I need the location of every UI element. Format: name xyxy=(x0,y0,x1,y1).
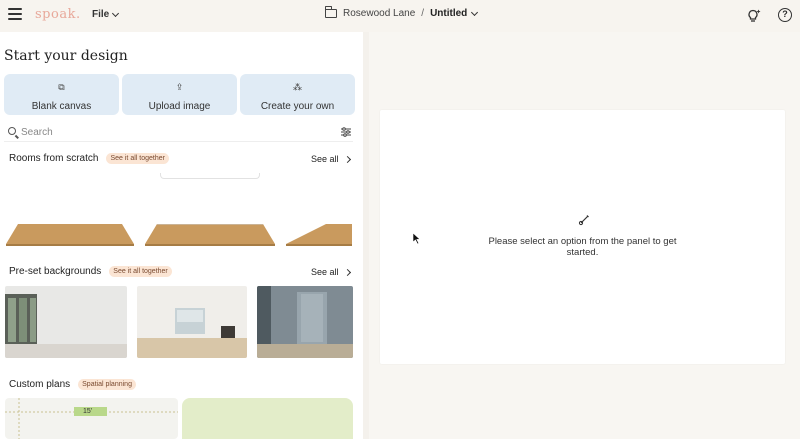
breadcrumb-project[interactable]: Rosewood Lane xyxy=(343,8,415,19)
canvas-area: Please select an option from the panel t… xyxy=(369,32,800,439)
chevron-down-icon xyxy=(112,9,120,17)
hamburger-menu-icon[interactable] xyxy=(8,8,22,22)
plans-section-badge: Spatial planning xyxy=(78,379,136,390)
rooms-section-badge: See it all together xyxy=(106,153,169,164)
empty-canvas-message: Please select an option from the panel t… xyxy=(488,236,677,258)
search-bar xyxy=(4,124,353,142)
custom-plan-thumbnail[interactable] xyxy=(182,398,353,439)
help-icon[interactable]: ? xyxy=(778,8,792,22)
brush-icon xyxy=(578,215,589,226)
background-thumbnail[interactable] xyxy=(5,286,127,358)
rooms-see-all-label: See all xyxy=(311,154,339,164)
panel-title: Start your design xyxy=(4,48,128,64)
upload-image-button[interactable]: ⇪ Upload image xyxy=(122,74,237,115)
top-bar: spoak. File Rosewood Lane / Untitled ? xyxy=(0,0,800,32)
plan-dimension-label: 15' xyxy=(83,408,93,415)
create-your-own-label: Create your own xyxy=(260,101,335,112)
room-template-thumbnail[interactable] xyxy=(145,224,275,246)
canvas-icon: ⧉ xyxy=(58,82,65,92)
search-icon xyxy=(8,127,16,135)
background-thumbnail[interactable] xyxy=(137,286,247,358)
room-template-thumbnail[interactable] xyxy=(286,224,352,246)
blank-canvas-button[interactable]: ⧉ Blank canvas xyxy=(4,74,119,115)
document-title: Untitled xyxy=(430,8,468,19)
backgrounds-see-all-link[interactable]: See all xyxy=(311,267,351,277)
room-template-thumbnail[interactable] xyxy=(6,224,134,246)
upload-icon: ⇪ xyxy=(175,82,184,92)
create-your-own-button[interactable]: ⁂ Create your own xyxy=(240,74,355,115)
breadcrumb-separator: / xyxy=(421,8,425,19)
mouse-cursor-icon xyxy=(413,233,421,244)
search-input[interactable] xyxy=(21,125,321,139)
backgrounds-section-header: Pre-set backgrounds See it all together xyxy=(9,266,172,277)
chevron-down-icon xyxy=(471,8,479,16)
breadcrumb: Rosewood Lane / Untitled xyxy=(324,6,479,19)
background-thumbnail[interactable] xyxy=(257,286,353,358)
folder-icon xyxy=(324,6,337,18)
logo[interactable]: spoak. xyxy=(35,7,81,22)
file-menu-label: File xyxy=(92,9,110,20)
chevron-right-icon xyxy=(343,268,351,276)
rooms-see-all-link[interactable]: See all xyxy=(311,154,351,164)
filter-sliders-icon[interactable] xyxy=(341,127,351,137)
backgrounds-section-badge: See it all together xyxy=(109,266,172,277)
canvas-placeholder[interactable]: Please select an option from the panel t… xyxy=(380,110,785,364)
custom-plan-thumbnail[interactable]: 15' xyxy=(5,398,178,439)
design-panel: Start your design ⧉ Blank canvas ⇪ Uploa… xyxy=(0,32,363,439)
chevron-right-icon xyxy=(343,155,351,163)
backgrounds-section-title: Pre-set backgrounds xyxy=(9,266,102,277)
magic-wand-icon: ⁂ xyxy=(293,82,302,92)
room-card-edge xyxy=(160,173,260,179)
blank-canvas-label: Blank canvas xyxy=(31,101,92,112)
upload-image-label: Upload image xyxy=(148,101,211,112)
rooms-section-title: Rooms from scratch xyxy=(9,153,99,164)
lightbulb-sparkle-icon[interactable] xyxy=(746,8,762,24)
backgrounds-see-all-label: See all xyxy=(311,267,339,277)
floor-plan-drawing xyxy=(5,398,178,439)
rooms-section-header: Rooms from scratch See it all together xyxy=(9,153,169,164)
file-menu[interactable]: File xyxy=(92,9,120,20)
plans-section-header: Custom plans Spatial planning xyxy=(9,379,136,390)
document-title-dropdown[interactable]: Untitled xyxy=(430,8,479,19)
plans-section-title: Custom plans xyxy=(9,379,71,390)
